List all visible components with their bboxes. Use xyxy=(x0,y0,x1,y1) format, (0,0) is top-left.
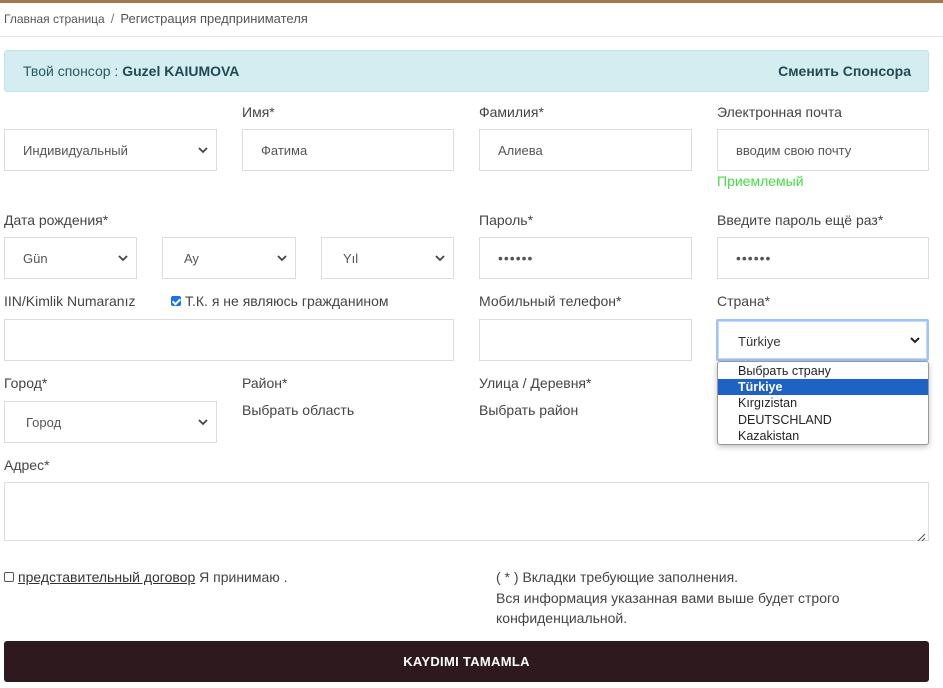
type-select[interactable]: Индивидуальный xyxy=(4,129,217,171)
address-textarea[interactable] xyxy=(4,482,929,542)
privacy-note-line1: Вся информация указанная вами выше будет… xyxy=(496,590,840,606)
not-citizen-label: Т.К. я не являюсь гражданином xyxy=(185,293,389,309)
birth-month-select[interactable]: Ay xyxy=(162,237,296,279)
password-repeat-label: Введите пароль ещё раз* xyxy=(717,212,884,228)
agreement-text: представительный договор Я принимаю . xyxy=(18,569,288,585)
required-note: ( * ) Вкладки требующие заполнения. xyxy=(496,569,739,585)
last-name-input[interactable]: Алиева xyxy=(479,129,692,171)
chevron-down-icon xyxy=(910,335,920,345)
password-repeat-value: •••••• xyxy=(736,250,772,266)
chevron-down-icon xyxy=(435,253,445,263)
country-option[interactable]: Kırgızistan xyxy=(718,395,928,411)
first-name-value: Фатима xyxy=(261,143,308,158)
password-repeat-input[interactable]: •••••• xyxy=(717,237,929,279)
header-divider xyxy=(0,36,943,37)
iin-input[interactable] xyxy=(4,319,454,361)
password-input[interactable]: •••••• xyxy=(479,237,692,279)
sponsor-text: Твой спонсор : Guzel KAIUMOVA xyxy=(23,63,239,79)
city-select-value: Город xyxy=(26,415,62,430)
chevron-down-icon xyxy=(118,253,128,263)
chevron-down-icon xyxy=(198,417,208,427)
last-name-value: Алиева xyxy=(498,143,543,158)
sponsor-banner: Твой спонсор : Guzel KAIUMOVA Сменить Сп… xyxy=(4,50,929,92)
country-label: Страна* xyxy=(717,293,771,309)
chevron-down-icon xyxy=(198,145,208,155)
birth-month-value: Ay xyxy=(184,251,199,266)
country-option[interactable]: DEUTSCHLAND xyxy=(718,412,928,428)
country-option[interactable]: Kazakistan xyxy=(718,428,928,444)
street-label: Улица / Деревня* xyxy=(479,375,592,391)
breadcrumb-current: Регистрация предпринимателя xyxy=(120,11,308,26)
country-select[interactable]: Türkiye xyxy=(716,319,929,361)
last-name-label: Фамилия* xyxy=(479,104,544,120)
breadcrumb-home-link[interactable]: Главная страница xyxy=(4,12,105,26)
password-value: •••••• xyxy=(498,250,534,266)
birth-day-value: Gün xyxy=(23,251,48,266)
sponsor-name: Guzel KAIUMOVA xyxy=(122,63,240,79)
password-label: Пароль* xyxy=(479,212,534,228)
breadcrumb-separator: / xyxy=(110,11,115,26)
email-status: Приемлемый xyxy=(717,173,804,189)
country-dropdown: Выбрать страну Türkiye Kırgızistan DEUTS… xyxy=(717,361,929,445)
district-placeholder: Выбрать область xyxy=(242,402,355,418)
birth-year-value: Yıl xyxy=(343,251,359,266)
birth-date-label: Дата рождения* xyxy=(4,212,109,228)
city-select[interactable]: Город xyxy=(4,401,217,443)
breadcrumb: Главная страница / Регистрация предпринима… xyxy=(4,11,308,26)
privacy-note-line2: конфиденциальной. xyxy=(496,610,628,626)
email-label: Электронная почта xyxy=(717,104,842,120)
country-option-selected[interactable]: Türkiye xyxy=(718,379,928,395)
resize-grip-icon[interactable] xyxy=(917,529,926,542)
birth-day-select[interactable]: Gün xyxy=(4,237,137,279)
agreement-suffix: Я принимаю . xyxy=(195,569,288,585)
submit-button[interactable]: KAYDIMI TAMAMLA xyxy=(4,641,929,682)
top-accent-bar xyxy=(0,0,943,3)
address-label: Адрес* xyxy=(4,457,50,473)
country-option[interactable]: Выбрать страну xyxy=(718,363,928,379)
mobile-input[interactable] xyxy=(479,319,692,361)
agreement-checkbox[interactable] xyxy=(4,572,14,582)
iin-label: IIN/Kimlik Numaranız xyxy=(4,293,136,309)
email-input[interactable]: вводим свою почту xyxy=(717,129,929,171)
type-select-value: Индивидуальный xyxy=(23,143,128,158)
not-citizen-checkbox[interactable] xyxy=(171,296,181,306)
first-name-input[interactable]: Фатима xyxy=(242,129,454,171)
change-sponsor-link[interactable]: Сменить Спонсора xyxy=(778,63,911,79)
city-label: Город* xyxy=(4,375,48,391)
mobile-label: Мобильный телефон* xyxy=(479,293,622,309)
district-label: Район* xyxy=(242,375,288,391)
agreement-link[interactable]: представительный договор xyxy=(18,569,195,585)
street-placeholder: Выбрать район xyxy=(479,402,579,418)
first-name-label: Имя* xyxy=(242,104,275,120)
sponsor-prefix: Твой спонсор : xyxy=(23,63,119,79)
country-select-value: Türkiye xyxy=(738,334,781,349)
chevron-down-icon xyxy=(277,253,287,263)
email-value: вводим свою почту xyxy=(736,143,852,158)
birth-year-select[interactable]: Yıl xyxy=(321,237,454,279)
